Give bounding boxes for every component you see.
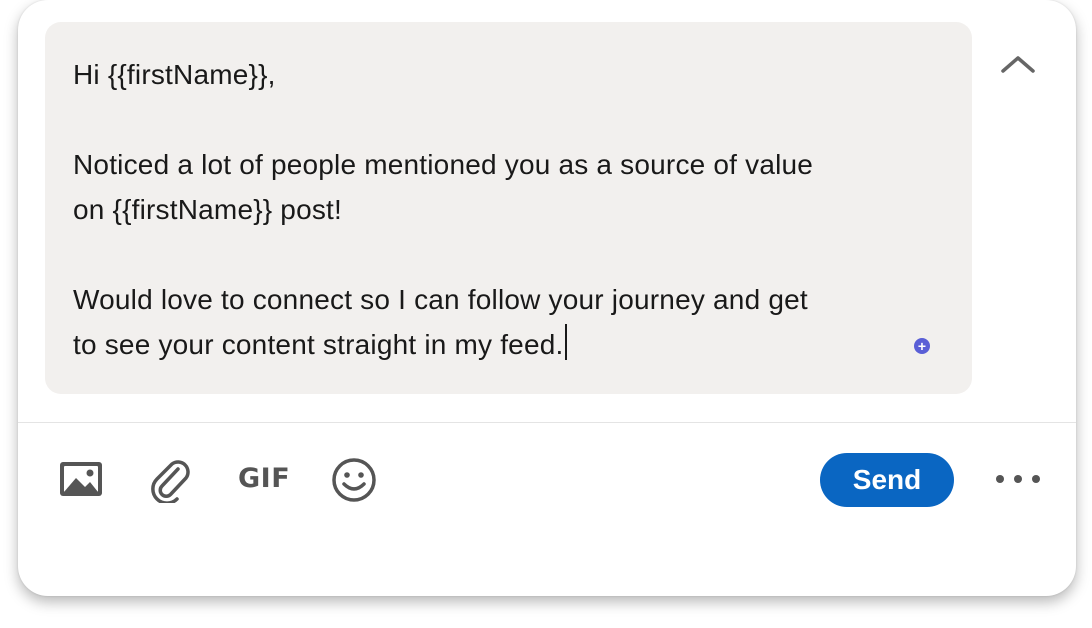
message-line: Noticed a lot of people mentioned you as… bbox=[73, 149, 814, 180]
chevron-up-icon[interactable] bbox=[998, 52, 1038, 76]
message-line: on {{firstName}} post! bbox=[73, 194, 343, 225]
message-line bbox=[73, 232, 953, 277]
message-line-text: to see your content straight in my feed. bbox=[73, 329, 564, 360]
toolbar-divider bbox=[18, 422, 1076, 423]
message-line-last: to see your content straight in my feed. bbox=[73, 322, 953, 367]
more-horizontal-icon[interactable] bbox=[993, 470, 1043, 488]
image-icon[interactable] bbox=[58, 460, 104, 498]
paperclip-icon[interactable] bbox=[148, 455, 196, 503]
plus-circle-icon[interactable]: + bbox=[914, 338, 930, 354]
message-text[interactable]: Hi {{firstName}}, Noticed a lot of peopl… bbox=[73, 52, 953, 367]
emoji-icon[interactable] bbox=[330, 456, 378, 504]
gif-button[interactable]: GIF bbox=[238, 461, 292, 497]
text-cursor bbox=[565, 324, 568, 360]
message-input-area[interactable]: Hi {{firstName}}, Noticed a lot of peopl… bbox=[45, 22, 972, 394]
message-composer-card: Hi {{firstName}}, Noticed a lot of peopl… bbox=[18, 0, 1076, 596]
message-line: Would love to connect so I can follow yo… bbox=[73, 284, 808, 315]
message-line: Hi {{firstName}}, bbox=[73, 59, 276, 90]
send-button[interactable]: Send bbox=[820, 453, 954, 507]
message-line bbox=[73, 97, 953, 142]
